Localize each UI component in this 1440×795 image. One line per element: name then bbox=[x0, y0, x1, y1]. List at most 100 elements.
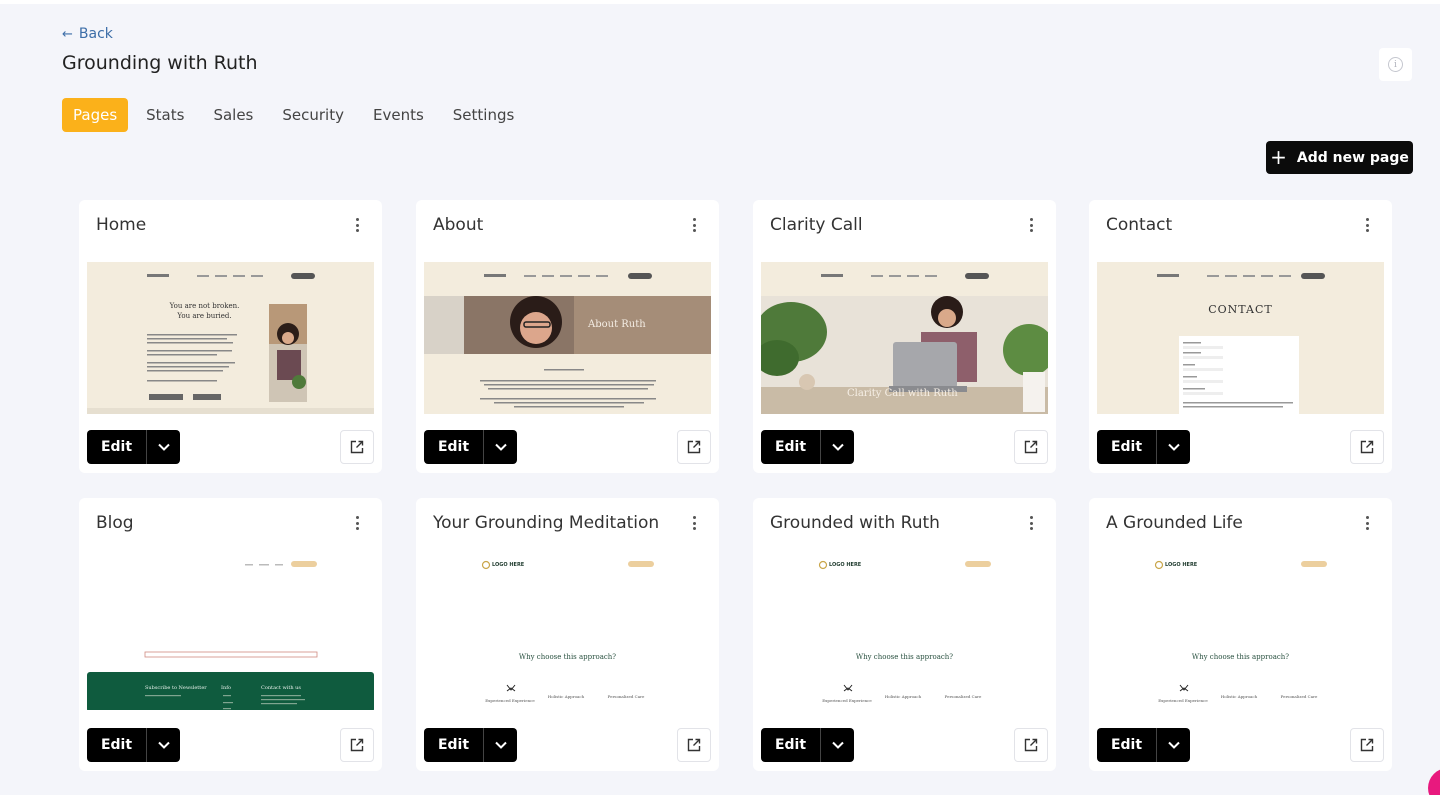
page-card-a-grounded-life: A Grounded Life LOGO HERE Why choose thi… bbox=[1089, 498, 1392, 771]
card-title: Home bbox=[96, 215, 147, 235]
page-card-grounded-with-ruth: Grounded with Ruth LOGO HERE Why choose … bbox=[753, 498, 1056, 771]
preview-col-1: Experienced Experience bbox=[485, 698, 535, 703]
info-button[interactable]: i bbox=[1379, 48, 1412, 81]
edit-split-button: Edit bbox=[87, 728, 180, 762]
tab-pages[interactable]: Pages bbox=[62, 98, 129, 132]
preview-col-2: Holistic Approach bbox=[884, 694, 922, 699]
preview-footer-col-1: Subscribe to Newsletter bbox=[145, 685, 207, 691]
edit-split-button: Edit bbox=[1097, 728, 1190, 762]
chevron-down-icon[interactable] bbox=[146, 430, 180, 464]
plus-icon: + bbox=[1270, 144, 1287, 169]
edit-button[interactable]: Edit bbox=[87, 728, 146, 762]
edit-split-button: Edit bbox=[424, 430, 517, 464]
page-card-home: Home You are not broken. You are buried.… bbox=[79, 200, 382, 473]
page-card-about: About About Ruth Edit bbox=[416, 200, 719, 473]
preview-col-1: Experienced Experience bbox=[822, 698, 872, 703]
page-preview: LOGO HERE Why choose this approach? Expe… bbox=[761, 558, 1048, 710]
preview-col-2: Holistic Approach bbox=[1220, 694, 1258, 699]
external-link-icon[interactable] bbox=[340, 728, 374, 762]
more-vertical-icon[interactable] bbox=[1362, 514, 1372, 532]
external-link-icon[interactable] bbox=[1350, 430, 1384, 464]
add-new-page-label: Add new page bbox=[1296, 149, 1409, 166]
preview-headline-1: You are not broken. bbox=[169, 302, 240, 310]
tab-bar: Pages Stats Sales Security Events Settin… bbox=[62, 98, 532, 132]
preview-col-3: Personalized Care bbox=[607, 694, 645, 699]
chevron-down-icon[interactable] bbox=[483, 430, 517, 464]
edit-button[interactable]: Edit bbox=[1097, 430, 1156, 464]
tab-settings[interactable]: Settings bbox=[442, 98, 526, 132]
external-link-icon[interactable] bbox=[677, 728, 711, 762]
edit-button[interactable]: Edit bbox=[761, 728, 820, 762]
page-preview: About Ruth bbox=[424, 262, 711, 414]
more-vertical-icon[interactable] bbox=[1362, 216, 1372, 234]
chevron-down-icon[interactable] bbox=[820, 728, 854, 762]
external-link-icon[interactable] bbox=[340, 430, 374, 464]
more-vertical-icon[interactable] bbox=[1026, 216, 1036, 234]
tab-security[interactable]: Security bbox=[271, 98, 355, 132]
preview-heading: CONTACT bbox=[1208, 303, 1273, 316]
more-vertical-icon[interactable] bbox=[352, 216, 362, 234]
preview-col-3: Personalized Care bbox=[944, 694, 982, 699]
chevron-down-icon[interactable] bbox=[820, 430, 854, 464]
preview-headline-2: You are buried. bbox=[177, 312, 232, 320]
card-title: Clarity Call bbox=[770, 215, 863, 235]
chevron-down-icon[interactable] bbox=[483, 728, 517, 762]
card-title: Blog bbox=[96, 513, 134, 533]
back-label: Back bbox=[78, 26, 113, 42]
page-preview: LOGO HERE Why choose this approach? Expe… bbox=[424, 558, 711, 710]
more-vertical-icon[interactable] bbox=[689, 514, 699, 532]
page-preview: You are not broken. You are buried. bbox=[87, 262, 374, 414]
external-link-icon[interactable] bbox=[1350, 728, 1384, 762]
page-preview: Subscribe to Newsletter Info Contact wit… bbox=[87, 558, 374, 710]
page-card-contact: Contact CONTACT Edit bbox=[1089, 200, 1392, 473]
card-title: About bbox=[433, 215, 484, 235]
tab-events[interactable]: Events bbox=[362, 98, 435, 132]
preview-col-3: Personalized Care bbox=[1280, 694, 1318, 699]
more-vertical-icon[interactable] bbox=[352, 514, 362, 532]
chevron-down-icon[interactable] bbox=[146, 728, 180, 762]
page-preview: Clarity Call with Ruth bbox=[761, 262, 1048, 414]
preview-footer-col-3: Contact with us bbox=[261, 685, 301, 691]
preview-col-1: Experienced Experience bbox=[1158, 698, 1208, 703]
top-bar bbox=[0, 0, 1440, 4]
preview-banner: About Ruth bbox=[588, 319, 646, 330]
preview-col-2: Holistic Approach bbox=[547, 694, 585, 699]
edit-button[interactable]: Edit bbox=[424, 430, 483, 464]
edit-split-button: Edit bbox=[424, 728, 517, 762]
card-title: Grounded with Ruth bbox=[770, 513, 940, 533]
more-vertical-icon[interactable] bbox=[689, 216, 699, 234]
page-card-clarity-call: Clarity Call Clarity Call with Ruth Edit bbox=[753, 200, 1056, 473]
back-link[interactable]: ← Back bbox=[62, 26, 113, 42]
preview-banner: Clarity Call with Ruth bbox=[847, 388, 958, 399]
page-preview: CONTACT bbox=[1097, 262, 1384, 414]
edit-split-button: Edit bbox=[87, 430, 180, 464]
external-link-icon[interactable] bbox=[1014, 430, 1048, 464]
chat-launcher-button[interactable] bbox=[1428, 768, 1440, 795]
more-vertical-icon[interactable] bbox=[1026, 514, 1036, 532]
edit-split-button: Edit bbox=[761, 430, 854, 464]
external-link-icon[interactable] bbox=[1014, 728, 1048, 762]
preview-heading: Why choose this approach? bbox=[855, 653, 954, 661]
page-preview: LOGO HERE Why choose this approach? Expe… bbox=[1097, 558, 1384, 710]
preview-logo: LOGO HERE bbox=[829, 562, 862, 568]
external-link-icon[interactable] bbox=[677, 430, 711, 464]
page-title: Grounding with Ruth bbox=[62, 52, 258, 74]
card-title: A Grounded Life bbox=[1106, 513, 1243, 533]
page-card-blog: Blog Subscribe to Newsletter Info Contac… bbox=[79, 498, 382, 771]
edit-split-button: Edit bbox=[1097, 430, 1190, 464]
preview-logo: LOGO HERE bbox=[492, 562, 525, 568]
info-icon: i bbox=[1388, 57, 1403, 72]
tab-stats[interactable]: Stats bbox=[135, 98, 195, 132]
chevron-down-icon[interactable] bbox=[1156, 728, 1190, 762]
edit-button[interactable]: Edit bbox=[761, 430, 820, 464]
edit-button[interactable]: Edit bbox=[424, 728, 483, 762]
edit-split-button: Edit bbox=[761, 728, 854, 762]
preview-footer-col-2: Info bbox=[221, 685, 232, 691]
chevron-down-icon[interactable] bbox=[1156, 430, 1190, 464]
tab-sales[interactable]: Sales bbox=[202, 98, 264, 132]
preview-heading: Why choose this approach? bbox=[1191, 653, 1290, 661]
add-new-page-button[interactable]: + Add new page bbox=[1266, 141, 1413, 174]
edit-button[interactable]: Edit bbox=[1097, 728, 1156, 762]
edit-button[interactable]: Edit bbox=[87, 430, 146, 464]
preview-heading: Why choose this approach? bbox=[518, 653, 617, 661]
